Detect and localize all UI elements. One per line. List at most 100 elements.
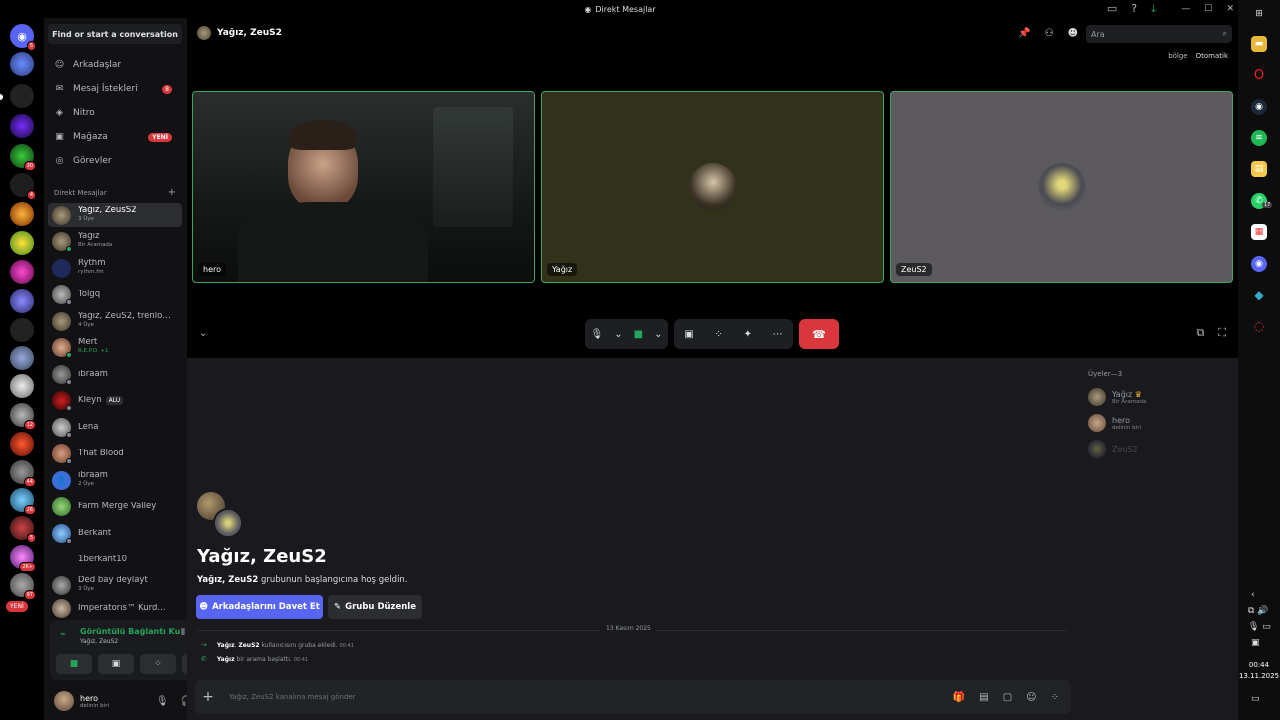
server-icon[interactable]: [10, 289, 34, 313]
message-composer[interactable]: + Yağız, ZeuS2 kanalına mesaj gönder 🎁 ▤…: [195, 680, 1071, 714]
chevron-left-icon[interactable]: ‹: [1251, 590, 1255, 600]
member-item[interactable]: Yağız ♛ Bir Aramada: [1088, 388, 1146, 406]
server-icon[interactable]: [10, 114, 34, 138]
create-dm-icon[interactable]: +: [168, 188, 176, 198]
chevron-down-icon[interactable]: ⌄: [199, 328, 207, 339]
dm-item[interactable]: Imperatoris™ Kurd...: [48, 598, 182, 618]
whatsapp-icon[interactable]: ✆ 17: [1251, 193, 1273, 209]
video-tile-zeus2[interactable]: ZeuS2: [890, 91, 1233, 283]
nav-shop[interactable]: ▣ Mağaza YENİ: [50, 127, 180, 147]
close-button[interactable]: ✕: [1226, 4, 1234, 14]
discord-icon[interactable]: ◉: [1251, 256, 1267, 272]
opera-icon[interactable]: O: [1251, 67, 1267, 83]
dm-item[interactable]: Yağız, ZeusS2 3 Üye: [48, 203, 182, 227]
activities-button[interactable]: ⁘: [140, 654, 176, 674]
dm-item[interactable]: Lena: [48, 415, 182, 439]
add-friends-icon[interactable]: ⚇: [1045, 28, 1054, 39]
end-call-button[interactable]: ☎: [799, 319, 839, 349]
fullscreen-icon[interactable]: ⛶: [1218, 326, 1226, 340]
notes-icon[interactable]: ▤: [1251, 161, 1267, 177]
camera-icon[interactable]: ■: [634, 329, 643, 340]
nav-message-requests[interactable]: ✉ Mesaj İstekleri 8: [50, 79, 180, 99]
apps-icon[interactable]: ⁘: [1051, 692, 1059, 703]
spotify-icon[interactable]: ≋: [1251, 130, 1267, 146]
steam-icon[interactable]: ◉: [1251, 99, 1267, 115]
dm-item[interactable]: Ded bay deylayt 3 Üye: [48, 573, 182, 597]
video-tile-yagiz[interactable]: Yağız: [541, 91, 884, 283]
server-icon[interactable]: [10, 346, 34, 370]
region-selector[interactable]: bölge Otomatik: [1168, 52, 1228, 60]
member-item[interactable]: ZeuS2: [1088, 440, 1138, 458]
server-icon[interactable]: 4: [10, 173, 36, 200]
activities-icon[interactable]: ⁘: [714, 329, 722, 340]
server-icon[interactable]: [10, 432, 34, 456]
more-icon[interactable]: ⋯: [773, 329, 783, 340]
server-icon[interactable]: 26: [10, 488, 36, 515]
notification-icon[interactable]: ▭: [1251, 694, 1260, 704]
edit-group-button[interactable]: ✎ Grubu Düzenle: [328, 595, 422, 619]
file-explorer-icon[interactable]: ▬: [1251, 36, 1267, 52]
screen-share-button[interactable]: ▣: [98, 654, 134, 674]
dm-item[interactable]: Kleyn ALU: [48, 388, 182, 412]
network-icon[interactable]: ▣: [1251, 638, 1260, 648]
minimize-button[interactable]: —: [1181, 4, 1190, 14]
inbox-icon[interactable]: ▭: [1107, 2, 1117, 16]
sticker-icon[interactable]: ▢: [1003, 692, 1012, 703]
server-icon[interactable]: [10, 202, 34, 226]
gif-icon[interactable]: ▤: [979, 692, 988, 703]
dm-item[interactable]: Farm Merge Valley: [48, 494, 182, 518]
app-icon[interactable]: ◌: [1251, 318, 1267, 334]
dm-item[interactable]: Yağız Bir Aramada: [48, 229, 182, 253]
dm-item[interactable]: Berkant: [48, 521, 182, 545]
server-icon[interactable]: 30: [10, 144, 36, 171]
invite-friends-button[interactable]: ☻ Arkadaşlarını Davet Et: [196, 595, 323, 619]
avatar[interactable]: [54, 691, 74, 711]
gift-icon[interactable]: 🎁: [953, 692, 965, 703]
chevron-down-icon[interactable]: ⌄: [654, 329, 662, 340]
emoji-icon[interactable]: ☺: [1026, 692, 1036, 703]
dm-item[interactable]: ibraam: [48, 362, 182, 386]
dm-item[interactable]: Rythm rythm.fm: [48, 256, 182, 280]
dm-item[interactable]: 👤 ibraam 2 Üye: [48, 468, 182, 492]
system-tray-icons[interactable]: ⧉ 🔊: [1248, 606, 1269, 616]
dm-item[interactable]: Mert R.E.P.O. +1: [48, 335, 182, 359]
server-icon[interactable]: [10, 84, 34, 108]
system-tray-icons[interactable]: 🎙 ▭: [1248, 622, 1271, 632]
soundboard-icon[interactable]: ✦: [744, 329, 752, 340]
server-icon[interactable]: [10, 52, 34, 76]
start-icon[interactable]: ⊞: [1251, 6, 1267, 22]
nav-friends[interactable]: ☺ Arkadaşlar: [50, 55, 180, 75]
home-button[interactable]: ◉ 5: [10, 24, 36, 51]
popout-icon[interactable]: ⧉: [1196, 326, 1204, 340]
help-icon[interactable]: ?: [1131, 2, 1137, 16]
download-icon[interactable]: ⤓: [1151, 2, 1156, 16]
signal-icon[interactable]: ⌁: [60, 629, 66, 640]
maximize-button[interactable]: ☐: [1204, 4, 1212, 14]
dm-item[interactable]: That Blood: [48, 441, 182, 465]
video-tile-hero[interactable]: hero: [192, 91, 535, 283]
server-icon[interactable]: [10, 260, 34, 284]
microphone-icon[interactable]: 🎙: [591, 329, 604, 340]
pin-icon[interactable]: 📌: [1018, 28, 1030, 39]
dm-item[interactable]: Yağız, ZeuS2, trenlov... 4 Üye: [48, 309, 182, 333]
members-icon[interactable]: ☻: [1068, 28, 1078, 39]
dm-item[interactable]: 1berkant10: [48, 547, 182, 571]
find-conversation-button[interactable]: Find or start a conversation: [48, 24, 182, 44]
app-icon[interactable]: ◆: [1251, 287, 1267, 303]
nav-quests[interactable]: ◎ Görevler: [50, 151, 180, 171]
search-input[interactable]: Ara ⌕: [1086, 25, 1232, 43]
clock[interactable]: 00:44 13.11.2025: [1238, 660, 1280, 682]
add-attachment-icon[interactable]: +: [195, 689, 221, 705]
server-icon[interactable]: 12: [10, 403, 36, 430]
member-item[interactable]: hero delinin biri: [1088, 414, 1141, 432]
server-icon[interactable]: 44: [10, 460, 36, 487]
dm-item[interactable]: Tolgq: [48, 282, 182, 306]
screen-share-icon[interactable]: ▣: [684, 329, 693, 340]
noise-suppression-icon[interactable]: ⦀: [181, 628, 185, 638]
server-icon[interactable]: 2K+: [10, 545, 36, 572]
microphone-icon[interactable]: 🎙: [156, 696, 169, 707]
store-icon[interactable]: ▦: [1251, 224, 1267, 240]
server-icon[interactable]: [10, 374, 34, 398]
nav-nitro[interactable]: ◈ Nitro: [50, 103, 180, 123]
chevron-down-icon[interactable]: ⌄: [614, 329, 622, 340]
